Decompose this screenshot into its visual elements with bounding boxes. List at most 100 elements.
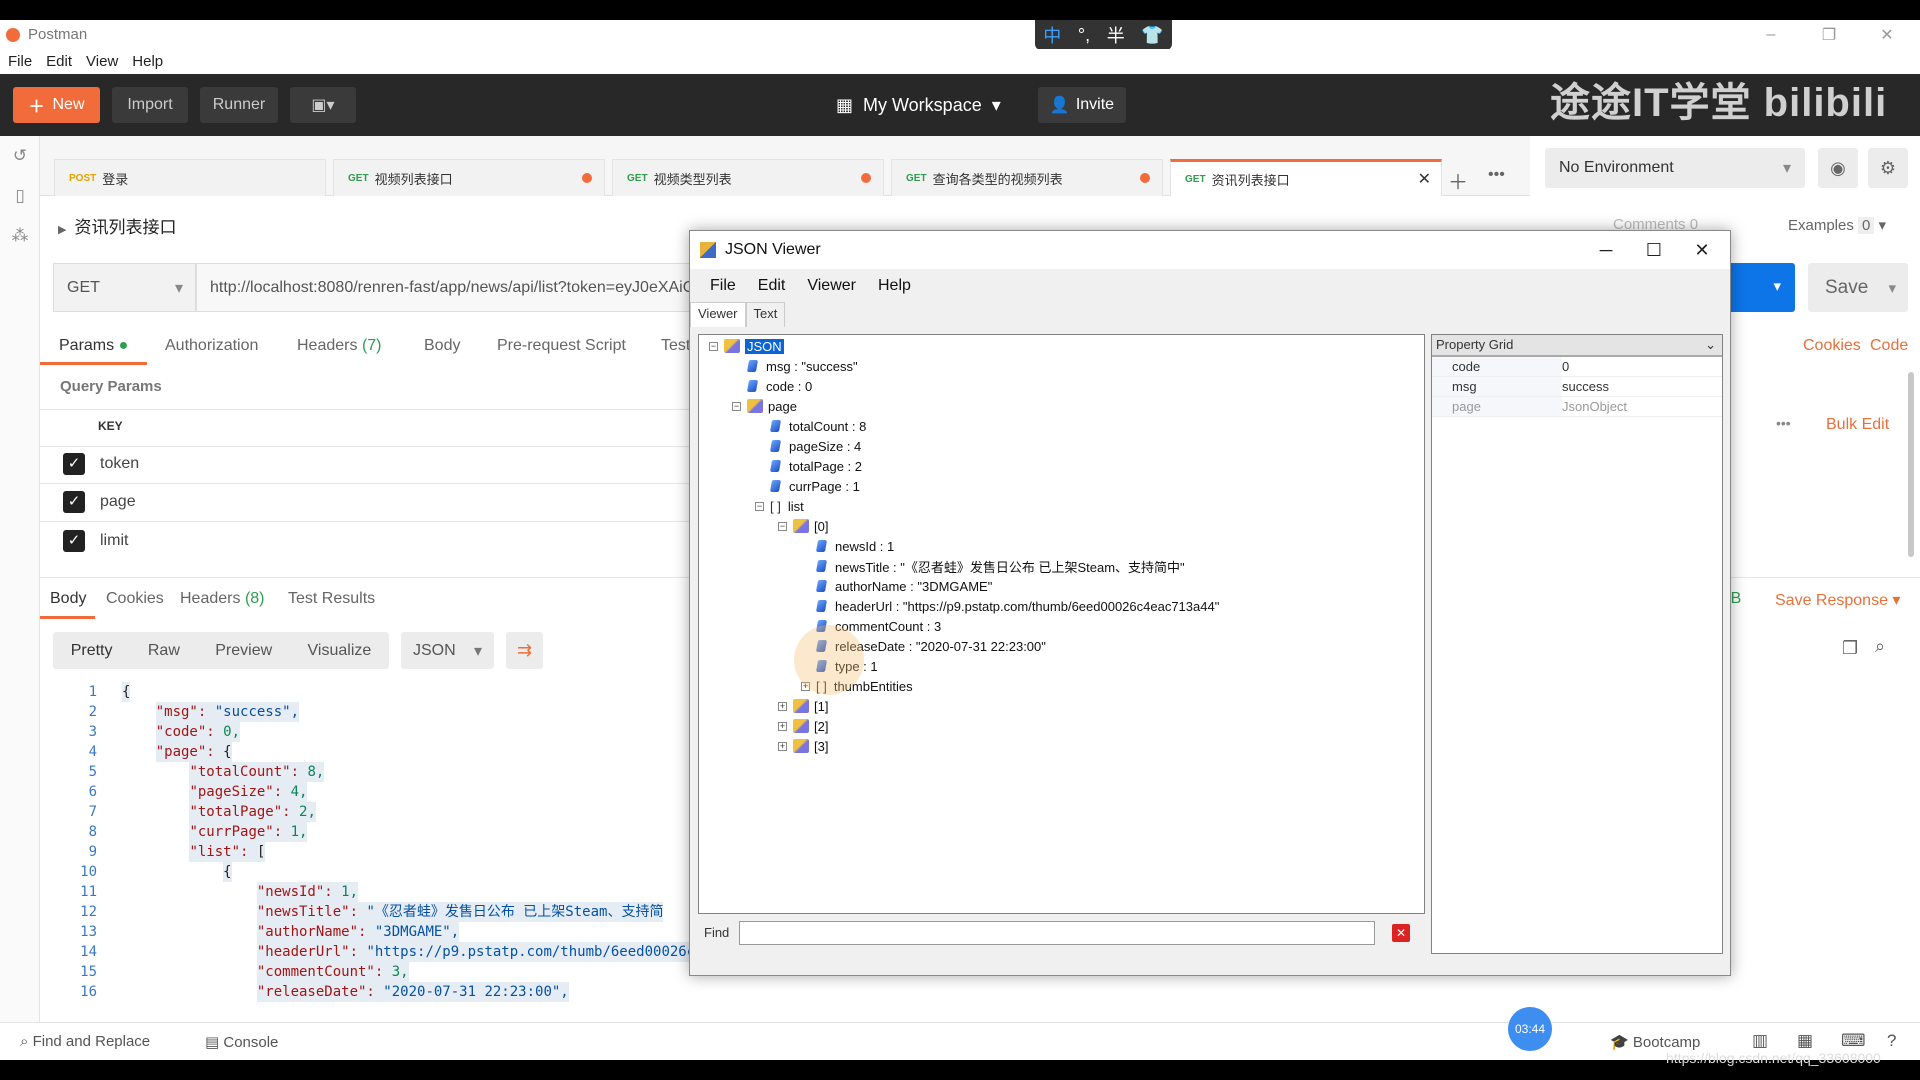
tree-node[interactable]: −[ ] list — [755, 496, 804, 516]
jv-close-button[interactable]: ✕ — [1678, 231, 1726, 269]
code-link[interactable]: Code — [1870, 337, 1908, 355]
response-tab-cookies[interactable]: Cookies — [106, 590, 164, 608]
bootcamp-button[interactable]: 🎓 Bootcamp — [1610, 1033, 1700, 1051]
copy-icon[interactable]: ❐ — [1842, 638, 1858, 659]
property-row[interactable]: msg success — [1432, 377, 1722, 397]
menu-help[interactable]: Help — [132, 53, 163, 70]
console-button[interactable]: ▤ Console — [205, 1033, 278, 1051]
collapse-icon[interactable]: − — [755, 501, 764, 511]
tab-login[interactable]: POST 登录 — [54, 159, 326, 196]
response-tab-test-results[interactable]: Test Results — [288, 590, 375, 608]
property-grid-header[interactable]: Property Grid ⌄ — [1432, 335, 1722, 357]
json-tree[interactable]: − JSON msg : "success" code : 0 − page totalCo… — [698, 334, 1425, 914]
response-tab-headers[interactable]: Headers (8) — [180, 590, 265, 608]
collapse-icon[interactable]: − — [709, 341, 718, 351]
property-row[interactable]: page JsonObject — [1432, 397, 1722, 417]
bulk-edit-link[interactable]: Bulk Edit — [1826, 416, 1889, 434]
jv-maximize-button[interactable]: ☐ — [1630, 231, 1678, 269]
close-button[interactable]: ✕ — [1864, 20, 1910, 49]
tree-node[interactable]: totalPage : 2 — [769, 456, 862, 476]
import-button[interactable]: Import — [112, 87, 188, 123]
menu-edit[interactable]: Edit — [46, 53, 72, 70]
jv-minimize-button[interactable]: ─ — [1582, 231, 1630, 269]
tree-node[interactable]: − JSON — [709, 336, 784, 356]
ime-width[interactable]: 半 — [1107, 22, 1125, 48]
tab-tests[interactable]: Test — [661, 337, 690, 355]
find-input[interactable] — [739, 921, 1375, 945]
examples-button[interactable]: Examples 0 ▾ — [1788, 216, 1886, 234]
close-tab-icon[interactable]: ✕ — [1418, 169, 1431, 189]
tree-node[interactable]: code : 0 — [746, 376, 812, 396]
maximize-button[interactable]: ❐ — [1806, 20, 1852, 49]
tab-news-list[interactable]: GET 资讯列表接口 ✕ — [1170, 159, 1442, 196]
menu-view[interactable]: View — [86, 53, 118, 70]
tab-body[interactable]: Body — [424, 337, 460, 355]
gear-icon[interactable]: ⚙ — [1868, 148, 1908, 188]
tree-node[interactable]: authorName : "3DMGAME" — [815, 576, 992, 596]
jv-menu-file[interactable]: File — [710, 277, 736, 295]
save-response-button[interactable]: Save Response ▾ — [1775, 590, 1900, 610]
wrap-lines-icon[interactable]: ⇉ — [506, 632, 543, 669]
response-tab-body[interactable]: Body — [50, 590, 86, 608]
caret-down-icon[interactable]: ▾ — [1888, 279, 1896, 297]
url-input[interactable]: http://localhost:8080/renren-fast/app/ne… — [196, 263, 696, 312]
collections-icon[interactable]: ▯ — [10, 186, 30, 206]
request-name[interactable]: ▶ 资讯列表接口 — [58, 213, 176, 238]
keyboard-icon[interactable]: ⌨ — [1841, 1031, 1866, 1051]
tree-node[interactable]: − [0] — [778, 516, 828, 536]
jv-menu-edit[interactable]: Edit — [758, 277, 786, 295]
property-row[interactable]: code 0 — [1432, 357, 1722, 377]
jv-menu-viewer[interactable]: Viewer — [807, 277, 856, 295]
two-pane-icon[interactable]: ▥ — [1752, 1031, 1768, 1051]
ime-skin-icon[interactable]: 👕 — [1141, 25, 1163, 46]
tab-videos-by-type[interactable]: GET 查询各类型的视频列表 — [891, 159, 1163, 196]
environment-select[interactable]: No Environment ▾ — [1545, 148, 1805, 188]
expand-icon[interactable]: + — [778, 741, 787, 751]
tab-params[interactable]: Params ● — [59, 337, 128, 355]
more-tabs-button[interactable]: ••• — [1488, 166, 1505, 184]
more-options-icon[interactable]: ••• — [1776, 415, 1791, 431]
tab-pre-request-script[interactable]: Pre-request Script — [497, 337, 626, 355]
tree-node[interactable]: totalCount : 8 — [769, 416, 866, 436]
invite-button[interactable]: 👤 Invite — [1038, 87, 1126, 123]
tree-node[interactable]: + [2] — [778, 716, 828, 736]
jv-tab-viewer[interactable]: Viewer — [690, 302, 746, 327]
minimize-button[interactable]: – — [1748, 20, 1794, 49]
add-tab-button[interactable]: ＋ — [1448, 166, 1468, 195]
find-replace-button[interactable]: ⌕ Find and Replace — [20, 1033, 150, 1050]
ime-punct[interactable]: °, — [1078, 25, 1090, 46]
tree-node[interactable]: pageSize : 4 — [769, 436, 861, 456]
param-key-page[interactable]: page — [100, 493, 136, 511]
tree-node[interactable]: newsId : 1 — [815, 536, 894, 556]
apis-icon[interactable]: ⁂ — [10, 226, 30, 246]
expand-icon[interactable]: + — [778, 721, 787, 731]
tab-headers[interactable]: Headers (7) — [297, 337, 382, 355]
tree-node[interactable]: currPage : 1 — [769, 476, 860, 496]
collapse-icon[interactable]: − — [732, 401, 741, 411]
page-checkbox[interactable]: ✓ — [63, 491, 85, 513]
new-window-button[interactable]: ▣▾ — [290, 87, 356, 123]
tree-node[interactable]: headerUrl : "https://p9.pstatp.com/thumb… — [815, 596, 1219, 616]
browse-icon[interactable]: ▦ — [1797, 1031, 1813, 1051]
language-select[interactable]: JSON ▾ — [401, 632, 494, 669]
tree-node[interactable]: newsTitle : "《忍者蛙》发售日公布 已上架Steam、支持简中" — [815, 556, 1185, 576]
menu-file[interactable]: File — [8, 53, 32, 70]
method-select[interactable]: GET ▾ — [53, 263, 196, 312]
jv-tab-text[interactable]: Text — [745, 302, 786, 327]
token-checkbox[interactable]: ✓ — [63, 453, 85, 475]
limit-checkbox[interactable]: ✓ — [63, 530, 85, 552]
format-raw[interactable]: Raw — [148, 642, 180, 660]
tab-video-types[interactable]: GET 视频类型列表 — [612, 159, 884, 196]
ime-toolbar[interactable]: 中 °, 半 👕 — [1035, 20, 1172, 50]
response-body-code[interactable]: 1{2 "msg": "success", 3 "code": 0, 4 "page… — [55, 682, 704, 1002]
tree-node[interactable]: − page — [732, 396, 797, 416]
jv-menu-help[interactable]: Help — [878, 277, 911, 295]
search-icon[interactable]: ⌕ — [1875, 636, 1885, 657]
cookies-link[interactable]: Cookies — [1803, 337, 1861, 355]
eye-icon[interactable]: ◉ — [1818, 148, 1858, 188]
param-key-token[interactable]: token — [100, 455, 139, 473]
tree-node[interactable]: + [1] — [778, 696, 828, 716]
expand-icon[interactable]: + — [778, 701, 787, 711]
tree-node[interactable]: + [3] — [778, 736, 828, 756]
tab-video-list[interactable]: GET 视频列表接口 — [333, 159, 605, 196]
